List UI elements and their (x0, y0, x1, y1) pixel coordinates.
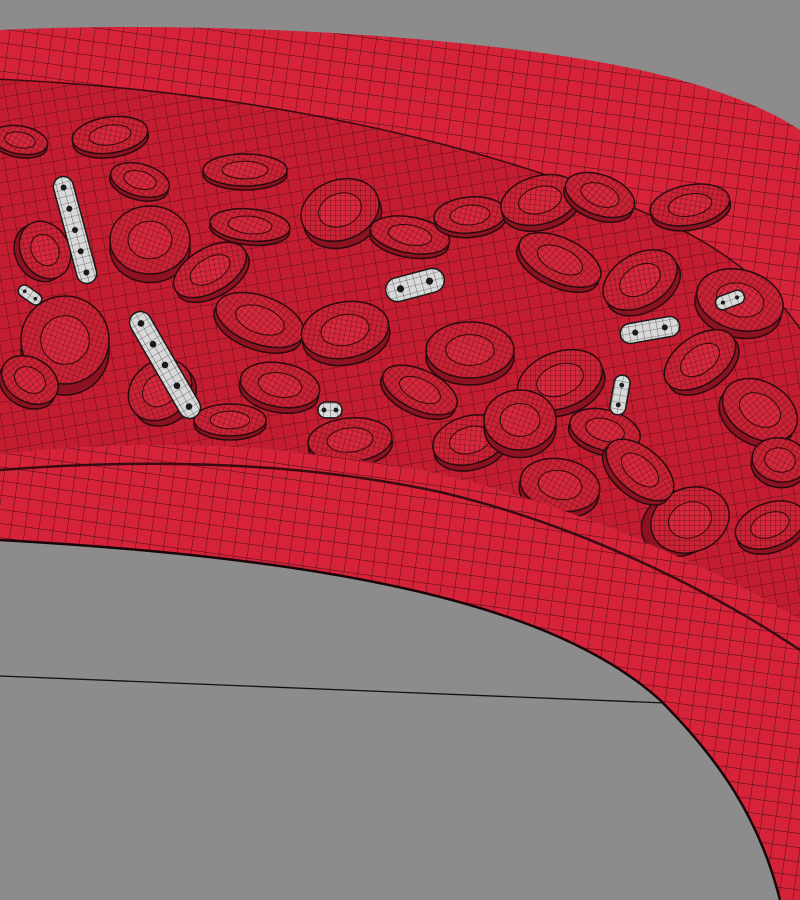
red-blood-cell (483, 389, 557, 459)
nanobot (317, 401, 343, 419)
render-viewport (0, 0, 800, 900)
red-blood-cell (425, 321, 515, 386)
red-blood-cell (193, 403, 267, 441)
red-blood-cell (202, 153, 288, 191)
